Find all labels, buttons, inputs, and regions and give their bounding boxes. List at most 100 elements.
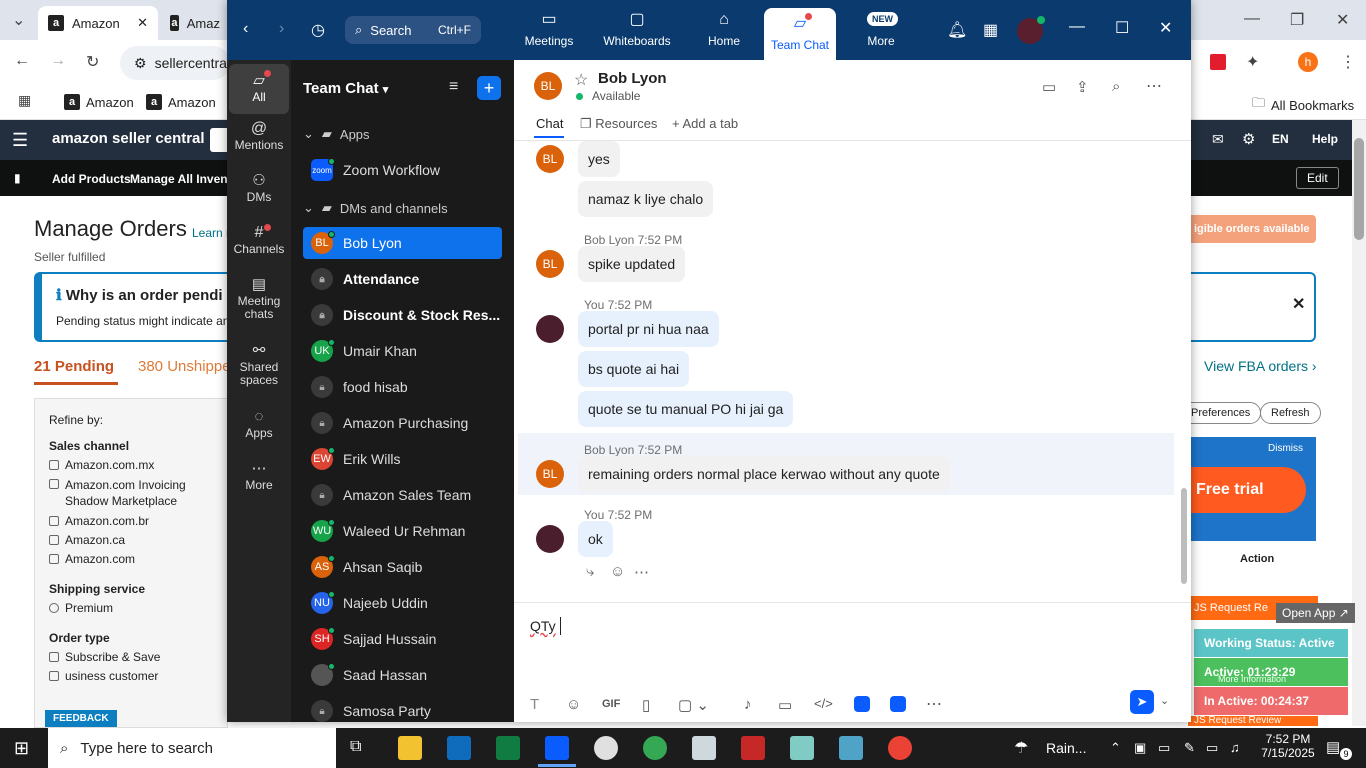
zoom-maximize-icon[interactable]: ☐ <box>1115 18 1129 38</box>
more-options-icon[interactable]: ⋯ <box>1146 76 1162 96</box>
pen-icon[interactable]: ✎ <box>1184 740 1195 756</box>
add-reaction-icon[interactable]: ☺ <box>610 563 625 580</box>
browser-tab-amazon-2[interactable]: a Amaz <box>160 6 230 40</box>
rail-apps[interactable]: ◌ Apps <box>229 409 289 440</box>
channel-checkbox[interactable]: Amazon.com.mx <box>49 458 213 472</box>
zoom-taskbar-icon[interactable] <box>545 736 569 760</box>
app-shortcut-icon[interactable] <box>854 696 870 712</box>
channel-item[interactable]: 🔒︎ Amazon Sales Team <box>303 479 502 511</box>
sidebar-title[interactable]: Team Chat ▾ <box>303 80 388 97</box>
taskbar-search[interactable]: ⌕ Type here to search <box>48 728 336 768</box>
message-avatar[interactable] <box>536 525 564 553</box>
gif-icon[interactable]: GIF <box>602 698 620 710</box>
message-bubble[interactable]: yes <box>578 141 620 177</box>
eligible-orders-banner[interactable]: igible orders available <box>1188 215 1316 243</box>
settings-gear-icon[interactable]: ⚙ <box>1242 130 1255 148</box>
rail-channels[interactable]: # Channels <box>229 224 289 256</box>
chrome-taskbar-icon[interactable] <box>643 736 667 760</box>
battery-icon[interactable]: ▭ <box>1158 740 1170 756</box>
forward-icon[interactable]: → <box>50 52 66 70</box>
edit-button[interactable]: Edit <box>1296 167 1339 189</box>
bookmark-amazon-1[interactable]: a Amazon <box>64 94 134 110</box>
zoom-forward-icon[interactable]: › <box>279 20 284 38</box>
zoom-search-box[interactable]: ⌕ Search Ctrl+F <box>345 16 481 44</box>
channel-checkbox[interactable]: Amazon.com Invoicing Shadow Marketplace <box>49 477 213 509</box>
contact-name[interactable]: Bob Lyon <box>598 70 667 87</box>
file-attach-icon[interactable]: ▯ <box>642 696 650 714</box>
app-zoom-workflow[interactable]: zoom Zoom Workflow <box>303 154 502 186</box>
language-selector[interactable]: EN <box>1272 132 1289 146</box>
tab-resources[interactable]: ❐ Resources <box>580 116 657 132</box>
weather-text[interactable]: Rain... <box>1046 740 1086 756</box>
extensions-icon[interactable]: ✦ <box>1246 52 1259 72</box>
message-avatar[interactable]: BL <box>536 460 564 488</box>
channel-checkbox[interactable]: Amazon.ca <box>49 533 213 547</box>
new-chat-button[interactable]: + <box>477 76 501 100</box>
open-app-button[interactable]: Open App ↗ <box>1276 603 1355 623</box>
tab-chat[interactable]: Chat <box>536 116 563 131</box>
dm-item[interactable]: EW Erik Wills <box>303 443 502 475</box>
dm-item[interactable]: Saad Hassan <box>303 659 502 691</box>
message-bubble[interactable]: portal pr ni hua naa <box>578 311 719 347</box>
preferences-button[interactable]: Preferences <box>1180 402 1262 424</box>
bookmark-icon[interactable]: ▮ <box>14 171 21 185</box>
send-options-chevron-icon[interactable]: ⌄ <box>1160 694 1169 707</box>
emoji-icon[interactable]: ☺ <box>566 696 581 713</box>
volume-icon[interactable]: ♫ <box>1230 740 1240 755</box>
file-explorer-icon[interactable] <box>398 736 422 760</box>
channel-item[interactable]: 🔒︎ food hisab <box>303 371 502 403</box>
minimize-icon[interactable]: — <box>1244 10 1260 28</box>
order-type-checkbox[interactable]: Subscribe & Save <box>49 650 213 664</box>
reply-thread-icon[interactable]: ⤷ <box>586 563 594 580</box>
add-products-link[interactable]: Add Products <box>52 172 131 186</box>
compose-input[interactable]: QTy <box>530 612 1170 640</box>
channel-item[interactable]: 🔒︎ Discount & Stock Res... <box>303 299 502 331</box>
address-bar[interactable]: ⚙ sellercentra <box>120 46 230 80</box>
dm-item[interactable]: AS Ahsan Saqib <box>303 551 502 583</box>
filter-icon[interactable]: ≡ <box>449 78 458 96</box>
add-tab-button[interactable]: + Add a tab <box>672 116 738 131</box>
video-call-icon[interactable]: ▭ <box>1042 78 1056 96</box>
dm-item[interactable]: WU Waleed Ur Rehman <box>303 515 502 547</box>
dm-item[interactable]: NU Najeeb Uddin <box>303 587 502 619</box>
dm-item[interactable]: UK Umair Khan <box>303 335 502 367</box>
dm-item[interactable]: SH Sajjad Hussain <box>303 623 502 655</box>
profile-avatar[interactable]: h <box>1298 52 1318 72</box>
channel-checkbox[interactable]: Amazon.com.br <box>49 514 213 528</box>
microphone-icon[interactable]: ♪ <box>744 696 752 713</box>
channel-checkbox[interactable]: Amazon.com <box>49 552 213 566</box>
site-info-icon[interactable]: ⚙ <box>134 55 147 72</box>
star-icon[interactable]: ☆ <box>574 70 588 90</box>
rail-mentions[interactable]: @ Mentions <box>229 121 289 152</box>
calculator-icon[interactable] <box>692 736 716 760</box>
message-bubble[interactable]: bs quote ai hai <box>578 351 690 387</box>
more-info-link[interactable]: More Information <box>1218 674 1286 684</box>
close-tab-icon[interactable]: ✕ <box>137 15 148 31</box>
tab-search-icon[interactable]: ⌄ <box>12 10 25 30</box>
chrome-menu-icon[interactable]: ⋮ <box>1340 52 1356 72</box>
message-bubble[interactable]: namaz k liye chalo <box>578 181 714 217</box>
tab-whiteboards[interactable]: ▢ Whiteboards <box>599 0 675 60</box>
close-window-icon[interactable]: ✕ <box>1336 10 1349 30</box>
rail-shared-spaces[interactable]: ⚯ Shared spaces <box>229 343 289 387</box>
mail-icon[interactable]: ✉ <box>1212 131 1224 148</box>
message-bubble[interactable]: quote se tu manual PO hi jai ga <box>578 391 794 427</box>
paint-app-icon[interactable] <box>594 736 618 760</box>
tab-more[interactable]: ⋯ More <box>853 0 909 60</box>
notifications-icon[interactable]: ▤ <box>1326 738 1340 756</box>
tray-app-icon[interactable]: ▣ <box>1134 740 1146 756</box>
channel-item[interactable]: 🔒︎ Attendance <box>303 263 502 295</box>
rail-dms[interactable]: ⚇ DMs <box>229 173 289 204</box>
tab-team-chat[interactable]: ▱ Team Chat <box>764 8 836 60</box>
message-bubble[interactable]: spike updated <box>578 246 686 282</box>
task-view-icon[interactable]: ⧉ <box>350 738 361 756</box>
bell-icon[interactable]: 🔔︎ <box>947 20 967 40</box>
format-text-icon[interactable]: T <box>530 696 539 713</box>
chat-scrollbar[interactable] <box>1181 140 1187 600</box>
message-bubble[interactable]: ok <box>578 521 613 557</box>
whiteboard-shortcut-icon[interactable] <box>890 696 906 712</box>
chrome-profile-taskbar-icon[interactable] <box>888 736 912 760</box>
share-screen-icon[interactable]: ⇪ <box>1076 78 1089 96</box>
message-bubble[interactable]: remaining orders normal place kerwao wit… <box>578 456 950 492</box>
close-banner-icon[interactable]: ✕ <box>1292 294 1305 314</box>
